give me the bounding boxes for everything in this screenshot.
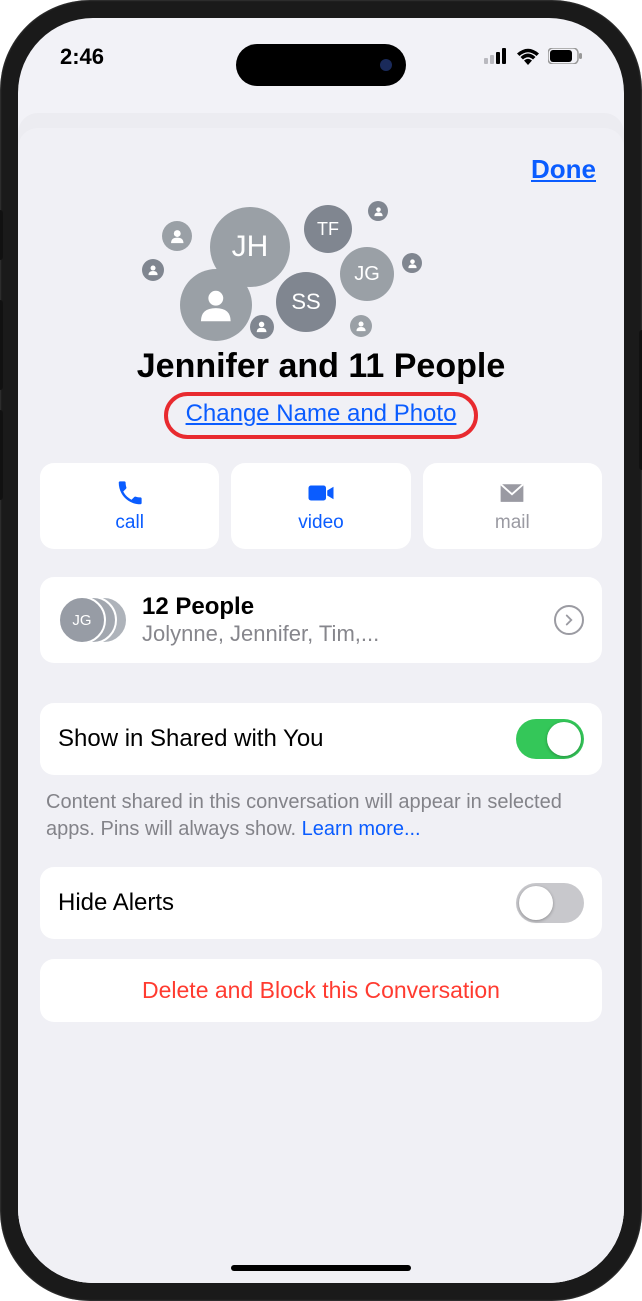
mini-avatar-stack: JG: [58, 593, 128, 647]
video-button[interactable]: video: [231, 463, 410, 549]
status-icons: [484, 47, 582, 65]
avatar-tf: TF: [304, 205, 352, 253]
people-count: 12 People: [142, 593, 540, 621]
shared-label: Show in Shared with You: [58, 725, 324, 753]
avatar-jg: JG: [340, 247, 394, 301]
mail-icon: [497, 478, 527, 508]
side-button: [0, 210, 3, 260]
group-avatar-cluster: JH TF JG SS: [40, 197, 602, 347]
avatar-generic: [250, 315, 274, 339]
avatar-generic: [368, 201, 388, 221]
change-name-photo-button[interactable]: Change Name and Photo: [186, 400, 457, 427]
avatar-generic: [162, 221, 192, 251]
home-indicator[interactable]: [231, 1265, 411, 1271]
call-label: call: [115, 512, 144, 534]
video-label: video: [298, 512, 343, 534]
group-title: Jennifer and 11 People: [40, 347, 602, 386]
action-buttons: call video mail: [40, 463, 602, 549]
screen: 2:46 Done JH TF JG SS: [18, 18, 624, 1283]
avatar-generic: [142, 259, 164, 281]
shared-help-text: Content shared in this conversation will…: [46, 789, 596, 843]
shared-with-you-row: Show in Shared with You: [40, 703, 602, 775]
cellular-icon: [484, 48, 508, 64]
hide-alerts-row: Hide Alerts: [40, 867, 602, 939]
details-sheet: Done JH TF JG SS Jennifer and 11 People …: [18, 128, 624, 1283]
status-time: 2:46: [60, 44, 104, 70]
mail-button[interactable]: mail: [423, 463, 602, 549]
avatar-generic: [402, 253, 422, 273]
avatar-ss: SS: [276, 272, 336, 332]
wifi-icon: [516, 47, 540, 65]
mail-label: mail: [495, 512, 530, 534]
avatar-generic: [180, 269, 252, 341]
done-button[interactable]: Done: [531, 154, 596, 185]
delete-block-button[interactable]: Delete and Block this Conversation: [40, 959, 602, 1022]
annotation-highlight: Change Name and Photo: [164, 392, 479, 439]
side-button: [0, 410, 3, 500]
camera-icon: [380, 59, 392, 71]
mini-avatar-jg: JG: [58, 596, 106, 644]
avatar-generic: [350, 315, 372, 337]
hide-alerts-label: Hide Alerts: [58, 889, 174, 917]
dynamic-island: [236, 44, 406, 86]
people-row[interactable]: JG 12 People Jolynne, Jennifer, Tim,...: [40, 577, 602, 663]
learn-more-link[interactable]: Learn more...: [302, 818, 421, 840]
iphone-frame: 2:46 Done JH TF JG SS: [0, 0, 642, 1301]
video-icon: [306, 478, 336, 508]
hide-alerts-toggle[interactable]: [516, 883, 584, 923]
phone-icon: [115, 478, 145, 508]
side-button: [0, 300, 3, 390]
battery-icon: [548, 48, 582, 64]
chevron-right-icon: [554, 605, 584, 635]
people-names: Jolynne, Jennifer, Tim,...: [142, 621, 540, 647]
shared-toggle[interactable]: [516, 719, 584, 759]
call-button[interactable]: call: [40, 463, 219, 549]
